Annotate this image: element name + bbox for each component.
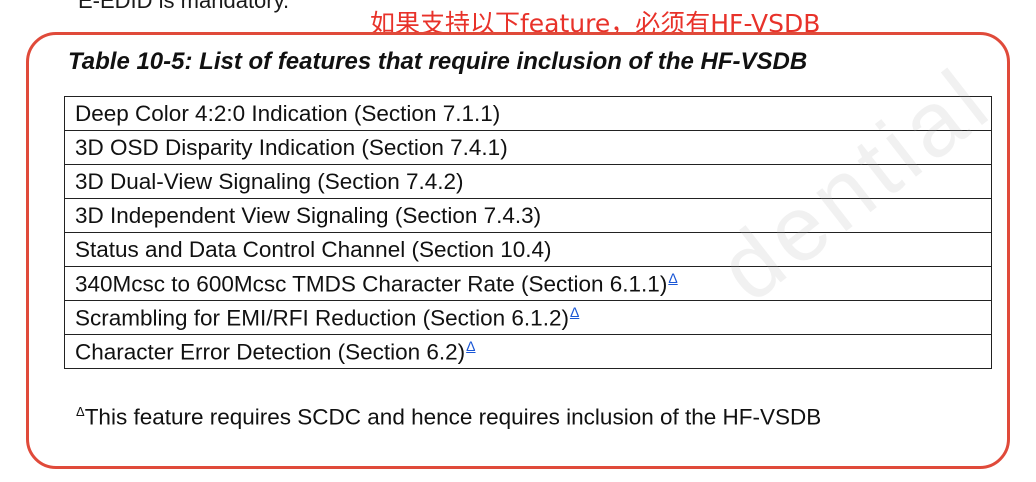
footnote-link[interactable]: Δ	[466, 338, 475, 354]
table-cell: 340Mcsc to 600Mcsc TMDS Character Rate (…	[64, 266, 992, 301]
feature-text: Character Error Detection (Section 6.2)	[75, 339, 466, 365]
feature-text: 3D Dual-View Signaling (Section 7.4.2)	[75, 168, 464, 194]
table-cell: Status and Data Control Channel (Section…	[64, 232, 992, 267]
feature-text: Scrambling for EMI/RFI Reduction (Sectio…	[75, 305, 569, 331]
feature-table: Deep Color 4:2:0 Indication (Section 7.1…	[64, 96, 992, 369]
table-row: Status and Data Control Channel (Section…	[64, 232, 992, 267]
table-cell: 3D Independent View Signaling (Section 7…	[64, 198, 992, 233]
table-title: Table 10-5: List of features that requir…	[68, 48, 808, 75]
table-cell: 3D Dual-View Signaling (Section 7.4.2)	[64, 164, 992, 199]
table-cell: Deep Color 4:2:0 Indication (Section 7.1…	[64, 96, 992, 131]
feature-text: 340Mcsc to 600Mcsc TMDS Character Rate (…	[75, 271, 668, 297]
footnote-text: This feature requires SCDC and hence req…	[84, 404, 822, 430]
table-footnote: ΔThis feature requires SCDC and hence re…	[76, 404, 821, 431]
footnote-link[interactable]: Δ	[570, 304, 579, 320]
table-cell: Scrambling for EMI/RFI Reduction (Sectio…	[64, 300, 992, 335]
truncated-text-line: E-EDID is mandatory.	[78, 0, 290, 13]
table-cell: Character Error Detection (Section 6.2)Δ	[64, 334, 992, 369]
feature-text: Deep Color 4:2:0 Indication (Section 7.1…	[75, 100, 501, 126]
table-row: 340Mcsc to 600Mcsc TMDS Character Rate (…	[64, 266, 992, 301]
table-row: 3D Dual-View Signaling (Section 7.4.2)	[64, 164, 992, 199]
footnote-marker: Δ	[76, 404, 85, 419]
table-row: 3D OSD Disparity Indication (Section 7.4…	[64, 130, 992, 165]
feature-text: 3D OSD Disparity Indication (Section 7.4…	[75, 134, 508, 160]
table-row: Character Error Detection (Section 6.2)Δ	[64, 334, 992, 369]
feature-text: 3D Independent View Signaling (Section 7…	[75, 202, 542, 228]
table-row: 3D Independent View Signaling (Section 7…	[64, 198, 992, 233]
footnote-link[interactable]: Δ	[668, 270, 677, 286]
feature-text: Status and Data Control Channel (Section…	[75, 236, 552, 262]
table-cell: 3D OSD Disparity Indication (Section 7.4…	[64, 130, 992, 165]
table-row: Scrambling for EMI/RFI Reduction (Sectio…	[64, 300, 992, 335]
table-row: Deep Color 4:2:0 Indication (Section 7.1…	[64, 96, 992, 131]
